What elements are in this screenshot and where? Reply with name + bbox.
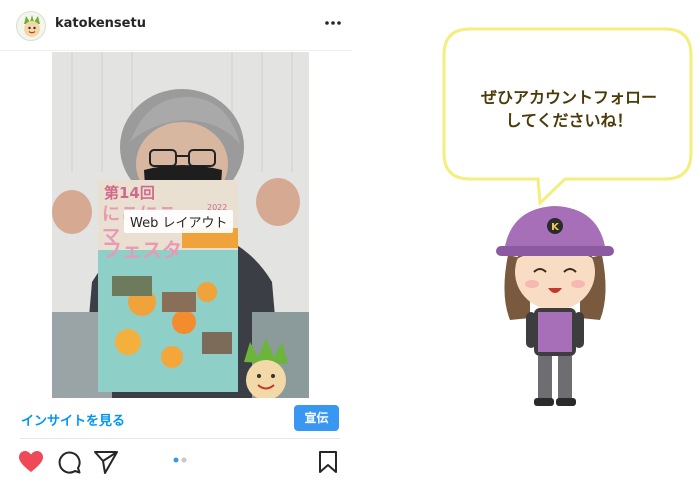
web-layout-label: Web レイアウト (124, 210, 234, 233)
username[interactable]: katokensetu (55, 16, 146, 31)
poster-title-4: フェスタ (102, 238, 182, 262)
post-header: katokensetu (0, 0, 352, 50)
speech-text: ぜひアカウントフォロー してくださいね！ (447, 86, 691, 132)
promote-button[interactable]: 宣伝 (294, 405, 339, 431)
speech-line-1: ぜひアカウントフォロー (480, 88, 657, 107)
svg-text:K: K (551, 222, 560, 233)
speech-line-2: してくださいね！ (505, 111, 633, 130)
avatar[interactable] (16, 11, 46, 41)
comment-icon[interactable] (56, 449, 82, 475)
bookmark-icon[interactable] (315, 449, 341, 475)
share-icon[interactable] (93, 449, 119, 475)
more-options-icon[interactable] (322, 12, 344, 34)
header-divider (0, 50, 352, 51)
mascot-avatar-icon (24, 15, 40, 37)
view-insights-link[interactable]: インサイトを見る (21, 410, 125, 429)
actions-divider (20, 438, 340, 439)
helmet-girl-character: K (496, 206, 614, 406)
heart-icon[interactable] (18, 449, 44, 475)
instagram-post: katokensetu 第14回 マ フェスタ 2022 Web レイアウト イ… (0, 0, 352, 499)
post-photo[interactable]: 第14回 にこにこ マ フェスタ 2022 Web レイアウト (52, 52, 309, 398)
carousel-dots (173, 457, 187, 463)
